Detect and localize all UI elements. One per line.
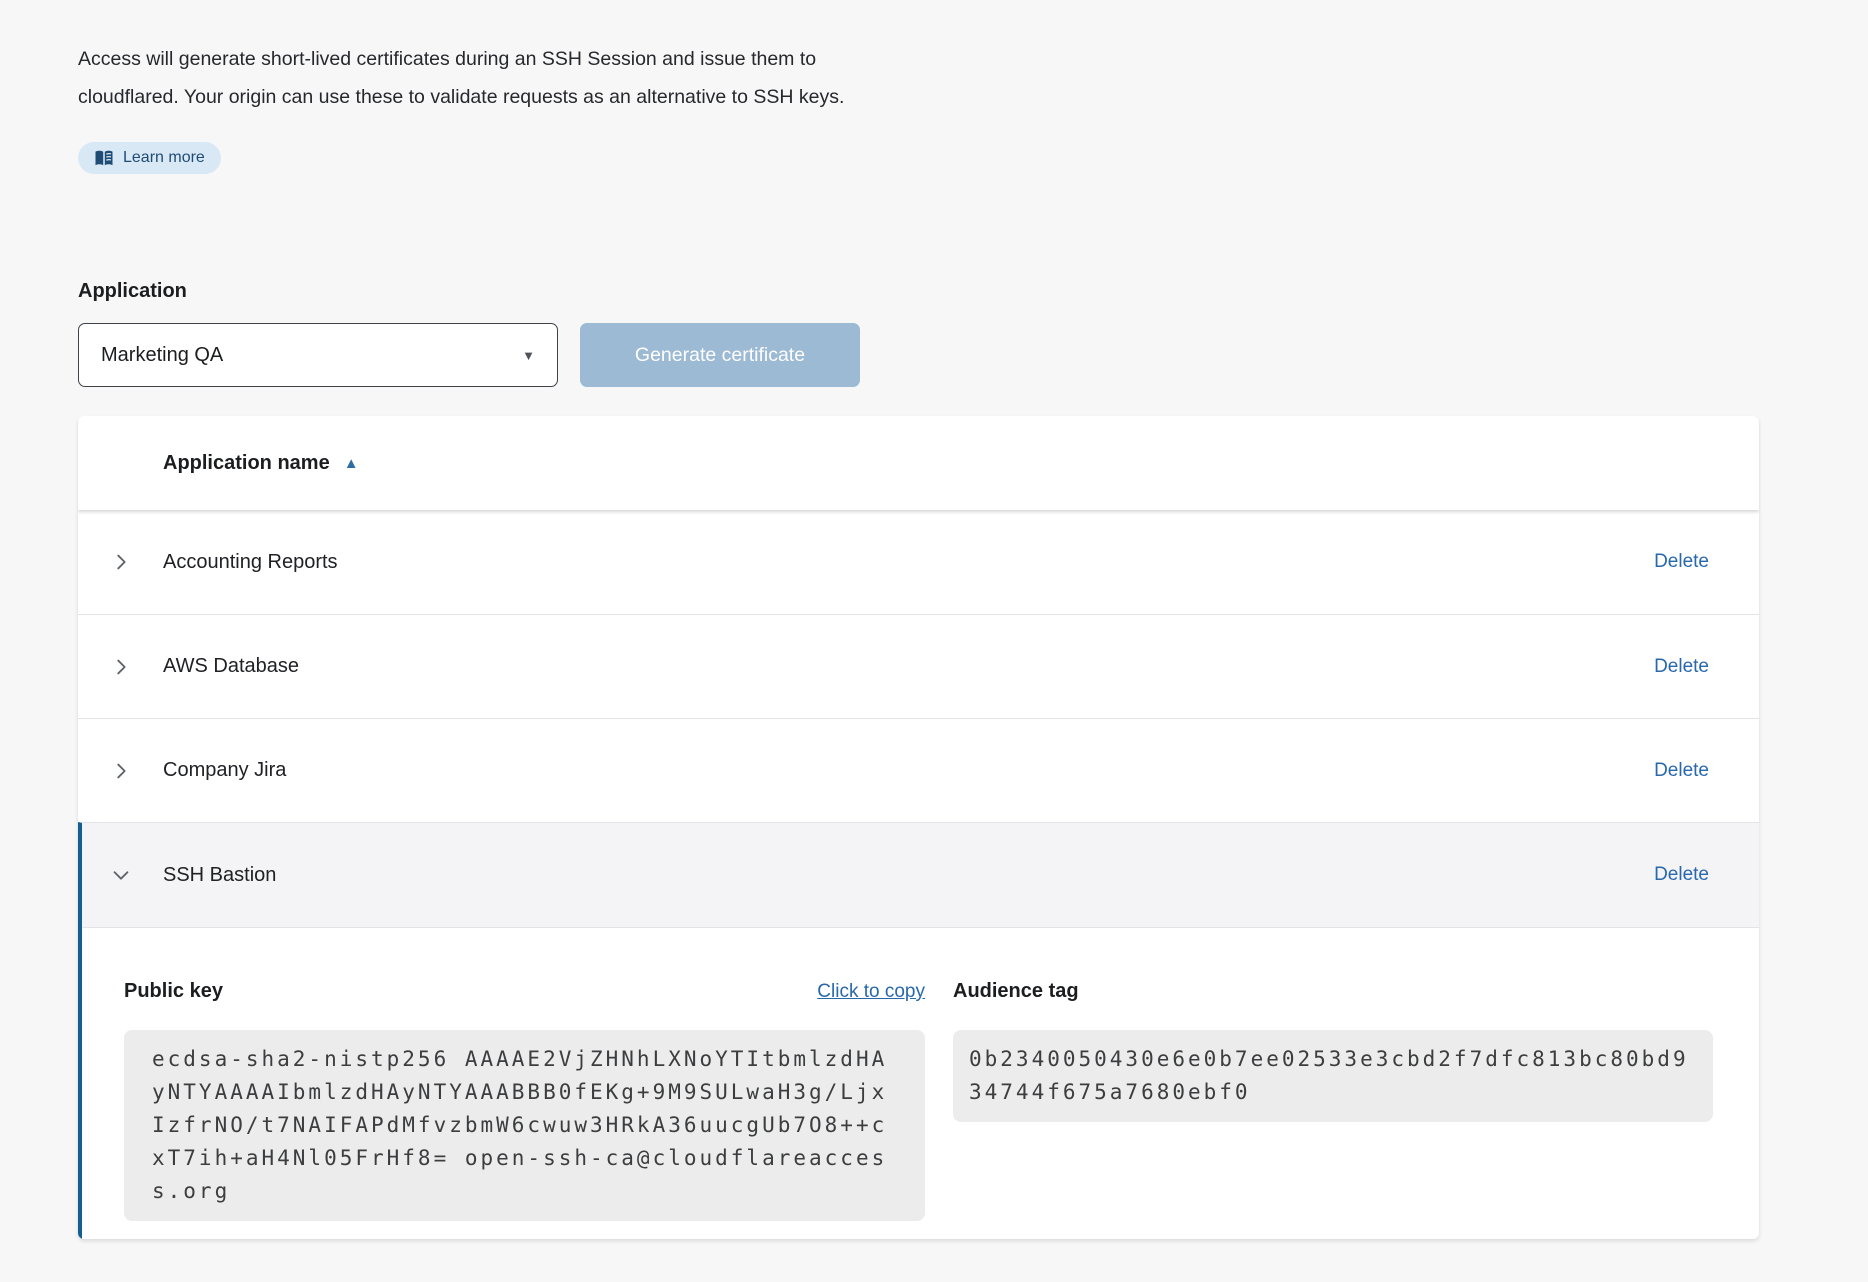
chevron-right-icon[interactable]: [110, 551, 132, 573]
sort-ascending-icon: ▲: [344, 456, 359, 471]
ssh-certificates-page: Access will generate short-lived certifi…: [0, 0, 1868, 1282]
chevron-right-icon[interactable]: [110, 656, 132, 678]
chevron-right-icon[interactable]: [110, 760, 132, 782]
application-select[interactable]: Marketing QA ▼: [78, 323, 558, 387]
learn-more-button[interactable]: Learn more: [78, 142, 221, 174]
table-body: Accounting Reports Delete AWS Database D…: [78, 510, 1759, 1239]
table-row-group-ssh-bastion: SSH Bastion Delete Public key Click to c…: [78, 822, 1759, 1239]
controls-row: Marketing QA ▼ Generate certificate: [78, 323, 1868, 387]
delete-button[interactable]: Delete: [1654, 760, 1709, 782]
audience-tag-value: 0b2340050430e6e0b7ee02533e3cbd2f7dfc813b…: [953, 1030, 1713, 1122]
table-row-ssh-bastion[interactable]: SSH Bastion Delete: [82, 823, 1759, 927]
page-content: Access will generate short-lived certifi…: [0, 0, 1868, 1239]
intro-text: Access will generate short-lived certifi…: [78, 0, 908, 116]
table-row-aws-database[interactable]: AWS Database Delete: [78, 614, 1759, 718]
delete-button[interactable]: Delete: [1654, 864, 1709, 886]
applications-table: Application name ▲ Accounting Reports De…: [78, 416, 1759, 1239]
select-caret-icon: ▼: [522, 348, 535, 363]
ssh-bastion-details: Public key Click to copy ecdsa-sha2-nist…: [82, 927, 1759, 1239]
application-name: SSH Bastion: [163, 864, 276, 887]
public-key-column: Public key Click to copy ecdsa-sha2-nist…: [124, 980, 925, 1221]
public-key-value[interactable]: ecdsa-sha2-nistp256 AAAAE2VjZHNhLXNoYTIt…: [124, 1030, 925, 1221]
click-to-copy-link[interactable]: Click to copy: [817, 981, 925, 1003]
delete-button[interactable]: Delete: [1654, 656, 1709, 678]
delete-button[interactable]: Delete: [1654, 551, 1709, 573]
column-header-application-name[interactable]: Application name: [163, 452, 330, 475]
learn-more-label: Learn more: [123, 149, 205, 167]
table-row-company-jira[interactable]: Company Jira Delete: [78, 718, 1759, 822]
audience-tag-column: Audience tag 0b2340050430e6e0b7ee02533e3…: [953, 980, 1713, 1221]
application-name: AWS Database: [163, 655, 299, 678]
book-icon: [94, 150, 114, 167]
application-select-value: Marketing QA: [101, 344, 223, 367]
application-name: Company Jira: [163, 759, 286, 782]
table-header-row[interactable]: Application name ▲: [78, 416, 1759, 510]
application-name: Accounting Reports: [163, 551, 338, 574]
application-label: Application: [78, 280, 1868, 303]
table-row-accounting-reports[interactable]: Accounting Reports Delete: [78, 510, 1759, 614]
chevron-down-icon[interactable]: [110, 864, 132, 886]
audience-tag-label: Audience tag: [953, 980, 1079, 1003]
public-key-label: Public key: [124, 980, 223, 1003]
generate-certificate-button[interactable]: Generate certificate: [580, 323, 860, 387]
